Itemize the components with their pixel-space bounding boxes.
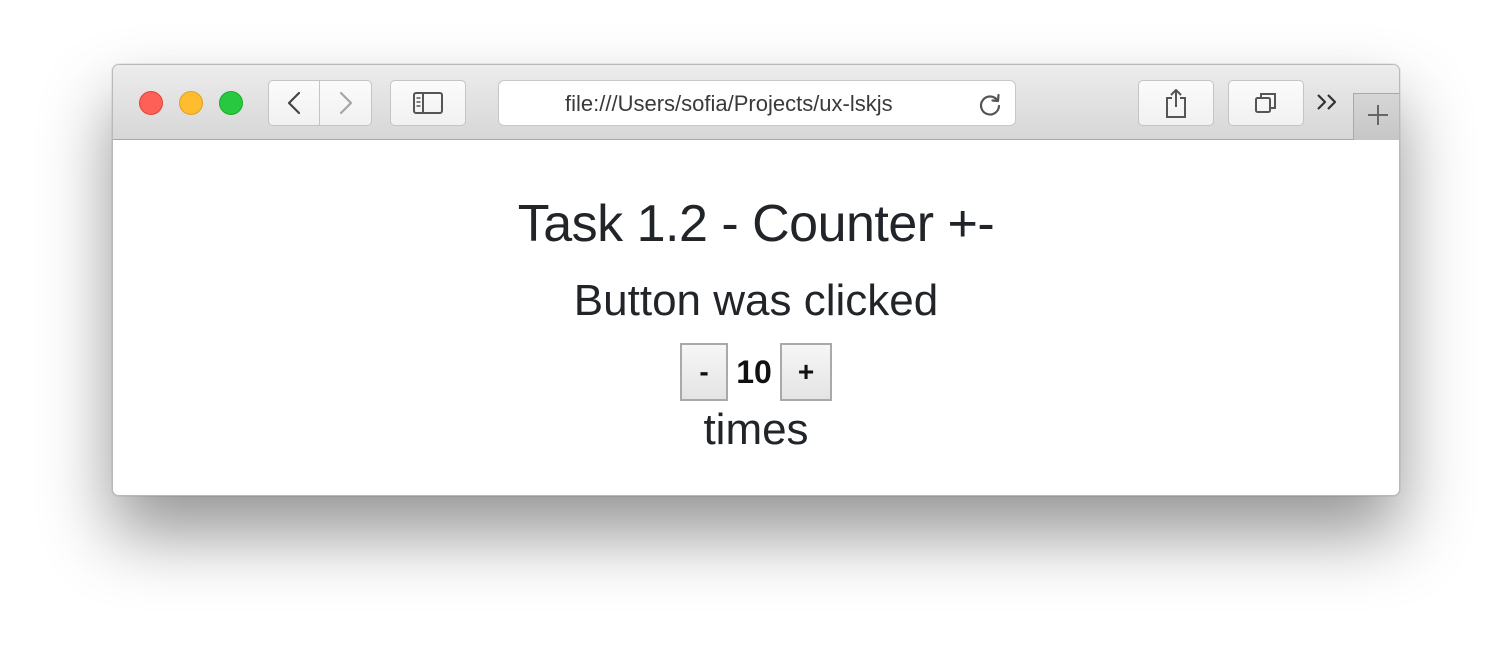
counter-value: 10 xyxy=(736,354,772,390)
sidebar-button[interactable] xyxy=(390,80,466,126)
address-url[interactable]: file:///Users/sofia/Projects/ux-lskjs xyxy=(565,92,961,116)
tabs-overview-icon xyxy=(1253,90,1279,116)
close-window-button[interactable] xyxy=(139,91,163,115)
times-label: times xyxy=(703,405,809,454)
chevron-right-icon xyxy=(339,91,353,115)
browser-window: file:///Users/sofia/Projects/ux-lskjs Ta… xyxy=(112,64,1400,496)
zoom-window-button[interactable] xyxy=(219,91,243,115)
share-icon xyxy=(1163,87,1189,119)
back-button[interactable] xyxy=(268,80,320,126)
forward-button[interactable] xyxy=(319,80,372,126)
sidebar-icon xyxy=(413,92,443,114)
tabs-overview-button[interactable] xyxy=(1228,80,1304,126)
navigation-buttons xyxy=(268,80,372,126)
decrement-button[interactable]: - xyxy=(680,343,728,401)
clicked-label: Button was clicked xyxy=(573,276,939,325)
new-tab-button[interactable] xyxy=(1353,93,1399,140)
address-bar[interactable]: file:///Users/sofia/Projects/ux-lskjs xyxy=(498,80,1016,126)
increment-button[interactable]: + xyxy=(780,343,832,401)
minimize-window-button[interactable] xyxy=(179,91,203,115)
counter: - 10 + xyxy=(680,343,832,401)
page-title: Task 1.2 - Counter +- xyxy=(517,195,995,253)
page-content: Task 1.2 - Counter +- Button was clicked… xyxy=(113,141,1399,495)
reload-icon[interactable] xyxy=(977,91,1003,122)
share-button[interactable] xyxy=(1138,80,1214,126)
browser-toolbar: file:///Users/sofia/Projects/ux-lskjs xyxy=(113,65,1399,140)
plus-icon xyxy=(1366,103,1390,132)
chevron-left-icon xyxy=(287,91,301,115)
double-chevron-icon[interactable] xyxy=(1315,89,1341,120)
